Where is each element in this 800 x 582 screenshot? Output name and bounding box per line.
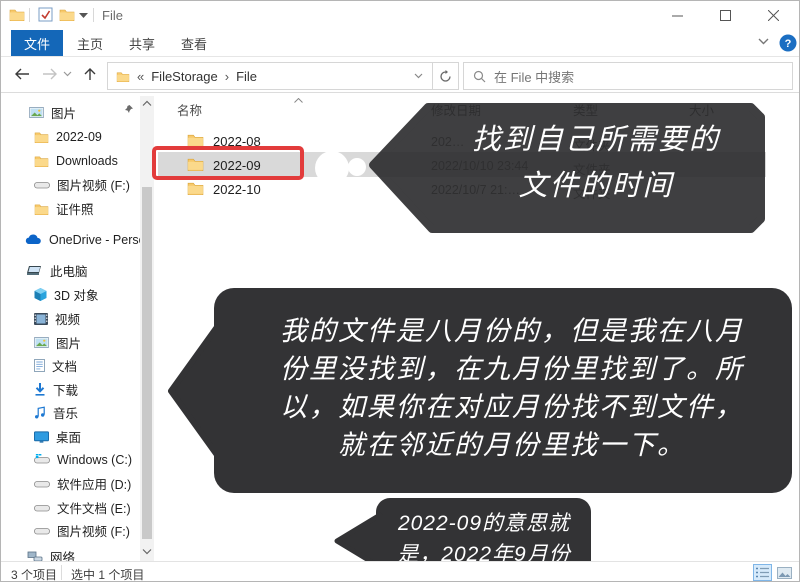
up-icon[interactable] — [77, 61, 103, 87]
tab-file[interactable]: 文件 — [11, 30, 63, 56]
refresh-icon[interactable] — [432, 62, 459, 90]
sidebar-item-downloads-folder[interactable]: Downloads — [34, 149, 118, 172]
folder-icon — [187, 181, 204, 195]
drive-icon — [34, 526, 50, 536]
minimize-icon[interactable] — [657, 1, 697, 29]
tab-share[interactable]: 共享 — [119, 30, 165, 56]
callout-trail-circle — [348, 158, 366, 176]
svg-text:?: ? — [785, 38, 792, 50]
this-pc-icon — [27, 265, 43, 277]
desktop-icon — [34, 431, 49, 443]
sidebar-item-onedrive[interactable]: OneDrive - Perso — [25, 228, 146, 251]
sidebar-item-documents[interactable]: 文档 — [34, 354, 77, 377]
recent-locations-chevron-icon[interactable] — [59, 61, 75, 87]
pictures-icon — [34, 337, 49, 348]
callout-trail-circle — [315, 151, 349, 185]
folder-icon — [9, 8, 25, 21]
chevron-down-icon[interactable] — [758, 38, 769, 45]
back-icon[interactable] — [9, 61, 35, 87]
sidebar-item-zhengjianzhao[interactable]: 证件照 — [34, 197, 94, 220]
address-dropdown-icon[interactable] — [414, 73, 423, 79]
close-icon[interactable] — [753, 1, 793, 29]
sidebar-item-drive-e[interactable]: 文件文档 (E:) — [34, 496, 131, 519]
folder-icon — [34, 131, 49, 143]
file-row-2022-10[interactable]: 2022-10 — [213, 182, 261, 197]
folder-icon — [34, 203, 49, 215]
callout-top-text: 找到自己所需要的 文件的时间 — [429, 117, 763, 209]
onedrive-cloud-icon — [25, 234, 42, 245]
title-bar: File — [1, 1, 800, 29]
properties-checkbox-icon[interactable] — [38, 7, 53, 22]
sidebar-item-pictures-pinned[interactable]: 图片 — [29, 101, 76, 124]
sidebar-item-pictures[interactable]: 图片 — [34, 331, 81, 354]
folder-icon — [187, 133, 204, 147]
address-bar[interactable]: « FileStorage › File — [107, 62, 433, 90]
sidebar-item-drive-f2[interactable]: 图片视频 (F:) — [34, 519, 130, 542]
search-placeholder: 在 File 中搜索 — [494, 67, 574, 86]
breadcrumb-separator: › — [225, 69, 229, 84]
folder-icon — [116, 71, 130, 82]
qat-dropdown-icon[interactable] — [79, 13, 88, 19]
drive-icon — [34, 180, 50, 190]
navigation-toolbar: « FileStorage › File 在 File 中搜索 — [1, 57, 800, 93]
scroll-up-icon[interactable] — [142, 100, 152, 107]
sidebar-item-desktop[interactable]: 桌面 — [34, 425, 81, 448]
sidebar-item-drive-c[interactable]: Windows (C:) — [34, 448, 132, 471]
sidebar-item-videos[interactable]: 视频 — [34, 307, 80, 330]
sidebar-item-2022-09[interactable]: 2022-09 — [34, 125, 102, 148]
column-header-name[interactable]: 名称 — [177, 100, 202, 119]
window-title: File — [102, 8, 123, 23]
videos-icon — [34, 313, 48, 325]
sidebar-item-drive-f[interactable]: 图片视频 (F:) — [34, 173, 130, 196]
sort-ascending-icon — [294, 98, 303, 103]
thumbnail-view-icon[interactable] — [775, 564, 794, 581]
red-highlight-box — [152, 146, 304, 180]
sidebar-item-music[interactable]: 音乐 — [34, 401, 78, 424]
folder-icon — [34, 155, 49, 167]
item-count: 3 个项目 — [11, 566, 57, 582]
search-icon — [473, 70, 486, 83]
scrollbar-thumb[interactable] — [142, 187, 152, 539]
ribbon-tab-bar: 文件 主页 共享 查看 ? — [1, 29, 800, 57]
explorer-window: File 文件 主页 共享 查看 ? — [0, 0, 800, 582]
help-icon[interactable]: ? — [779, 34, 797, 52]
breadcrumb-filestorage[interactable]: FileStorage — [151, 69, 217, 84]
selected-count: 选中 1 个项目 — [71, 566, 144, 582]
breadcrumb-file[interactable]: File — [236, 69, 257, 84]
drive-icon — [34, 479, 50, 489]
tab-view[interactable]: 查看 — [171, 30, 217, 56]
details-view-icon[interactable] — [753, 564, 772, 581]
drive-icon — [34, 503, 50, 513]
callout-mid-text: 我的文件是八月份的，但是我在八月 份里没找到，在九月份里找到了。所 以，如果你在… — [234, 312, 790, 464]
sidebar-item-drive-d[interactable]: 软件应用 (D:) — [34, 472, 131, 495]
downloads-icon — [34, 383, 46, 396]
pictures-icon — [29, 107, 44, 118]
breadcrumb-prefix[interactable]: « — [137, 69, 144, 84]
status-bar: 3 个项目 选中 1 个项目 — [1, 561, 800, 582]
new-folder-icon[interactable] — [59, 8, 75, 21]
sidebar-item-3d-objects[interactable]: 3D 对象 — [34, 283, 98, 306]
maximize-icon[interactable] — [705, 1, 745, 29]
search-input[interactable]: 在 File 中搜索 — [463, 62, 793, 90]
music-icon — [34, 406, 46, 419]
sidebar-item-downloads[interactable]: 下载 — [34, 378, 78, 401]
sidebar-item-this-pc[interactable]: 此电脑 — [27, 259, 88, 282]
scroll-down-icon[interactable] — [142, 548, 152, 555]
pin-icon — [124, 104, 134, 114]
3d-objects-icon — [34, 288, 47, 301]
windows-drive-icon — [34, 454, 50, 465]
documents-icon — [34, 359, 45, 372]
tab-home[interactable]: 主页 — [67, 30, 113, 56]
